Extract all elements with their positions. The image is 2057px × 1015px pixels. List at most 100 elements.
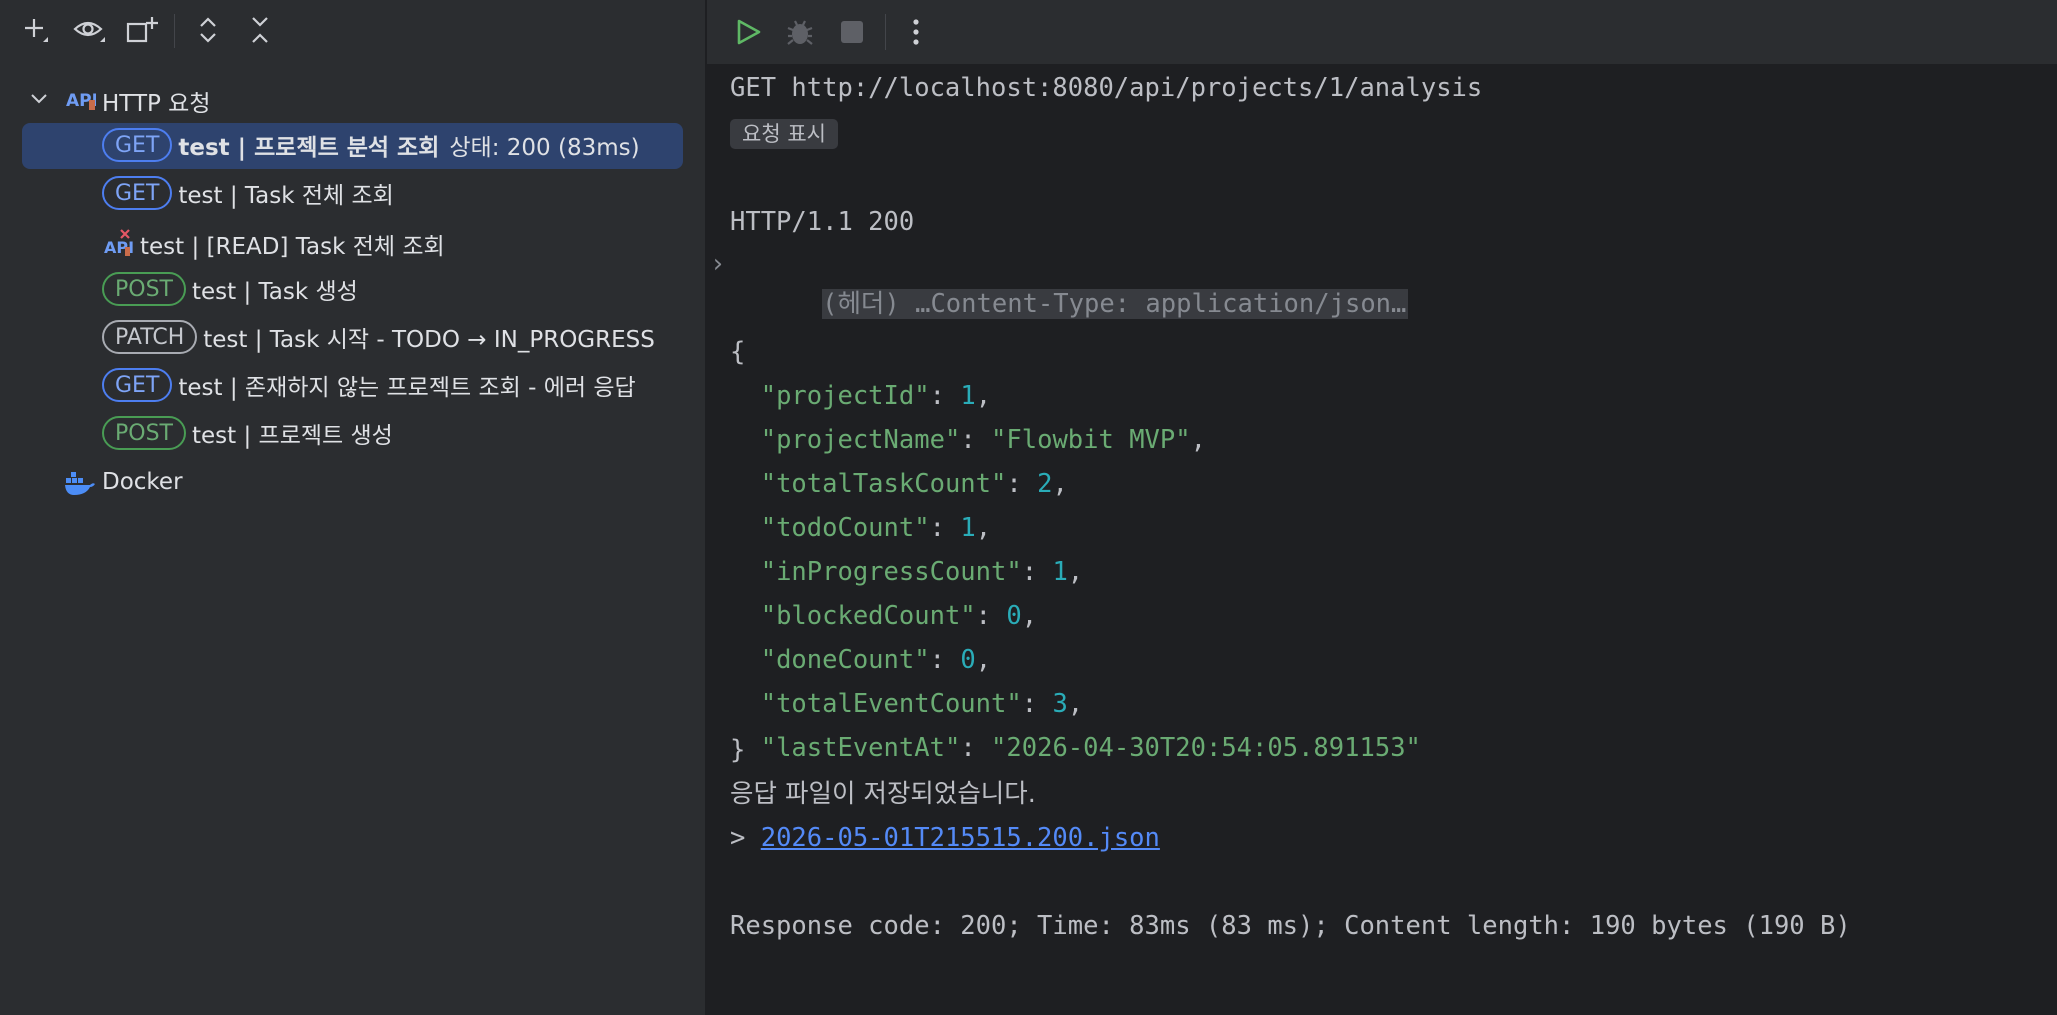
saved-file-line: > 2026-05-01T215515.200.json: [730, 818, 1160, 858]
request-name: test | [READ] Task 전체 조회: [140, 234, 445, 260]
stop-button[interactable]: [833, 13, 871, 51]
json-value: "Flowbit MVP": [991, 425, 1191, 455]
add-icon: [25, 19, 48, 42]
add-button[interactable]: [18, 12, 54, 48]
saved-prompt: >: [730, 823, 761, 853]
request-name: test | Task 생성: [192, 279, 358, 305]
json-field: "totalTaskCount": 2,: [730, 464, 1068, 504]
request-item-project-create[interactable]: POST test | 프로젝트 생성: [0, 411, 705, 457]
json-key: "doneCount": [760, 645, 930, 675]
request-name: test | 프로젝트 생성: [192, 423, 393, 449]
request-name: test | Task 전체 조회: [178, 183, 394, 209]
saved-message: 응답 파일이 저장되었습니다.: [730, 779, 1036, 809]
tree-node-label: HTTP 요청: [102, 91, 211, 117]
json-comma: ,: [1067, 689, 1084, 719]
request-item-task-list[interactable]: GET test | Task 전체 조회: [0, 171, 705, 217]
json-key: "totalEventCount": [760, 689, 1022, 719]
json-colon: :: [1021, 689, 1053, 719]
status-line: HTTP/1.1 200: [730, 207, 915, 237]
json-comma: ,: [975, 645, 992, 675]
method-badge-get: GET: [102, 368, 173, 402]
run-icon: [737, 19, 761, 45]
more-vertical-icon: [913, 19, 919, 45]
request-name: test | 프로젝트 분석 조회: [178, 135, 440, 161]
more-options-button[interactable]: [897, 13, 935, 51]
json-key: "inProgressCount": [760, 557, 1022, 587]
json-colon: :: [929, 513, 961, 543]
headers-collapsed[interactable]: › (헤더) …Content-Type: application/json…: [710, 244, 1409, 319]
services-toolbar: [0, 0, 705, 62]
json-value: "2026-04-30T20:54:05.891153": [991, 733, 1421, 763]
method-badge-get: GET: [102, 128, 173, 162]
collapse-all-button[interactable]: [242, 12, 278, 48]
json-colon: :: [1006, 469, 1038, 499]
request-item-project-not-found[interactable]: GET test | 존재하지 않는 프로젝트 조회 - 에러 응답: [0, 363, 705, 409]
json-comma: ,: [1067, 557, 1084, 587]
json-field: "todoCount": 1,: [730, 508, 991, 548]
response-summary: Response code: 200; Time: 83ms (83 ms); …: [730, 911, 1851, 941]
json-key: "lastEventAt": [760, 733, 961, 763]
json-close-brace: }: [730, 735, 746, 765]
chevron-right-icon[interactable]: ›: [710, 244, 725, 284]
show-request-button[interactable]: 요청 표시: [730, 119, 838, 149]
json-comma: ,: [1052, 469, 1068, 499]
json-field: "inProgressCount": 1,: [730, 552, 1083, 592]
json-field: "blockedCount": 0,: [730, 596, 1037, 636]
request-item-project-analysis[interactable]: GET test | 프로젝트 분석 조회 상태: 200 (83ms): [0, 123, 705, 169]
show-button[interactable]: [71, 12, 107, 48]
json-value: 1: [960, 381, 976, 411]
json-comma: ,: [1021, 601, 1038, 631]
expand-all-button[interactable]: [190, 12, 226, 48]
response-console-panel: GET http://localhost:8080/api/projects/1…: [707, 0, 2057, 1015]
json-comma: ,: [1190, 425, 1206, 455]
add-window-icon: [126, 17, 158, 43]
json-key: "totalTaskCount": [760, 469, 1007, 499]
request-status: 상태: 200 (83ms): [449, 135, 640, 161]
method-badge-patch: PATCH: [102, 320, 198, 354]
debug-button[interactable]: [781, 13, 819, 51]
json-field: "totalEventCount": 3,: [730, 684, 1083, 724]
tree-node-docker[interactable]: Docker: [0, 461, 705, 507]
json-key: "blockedCount": [760, 601, 976, 631]
json-colon: :: [975, 601, 1007, 631]
toolbar-separator: [885, 14, 886, 50]
request-name: test | 존재하지 않는 프로젝트 조회 - 에러 응답: [178, 375, 636, 401]
request-item-task-create[interactable]: POST test | Task 생성: [0, 267, 705, 313]
run-button[interactable]: [729, 13, 767, 51]
debug-icon: [787, 20, 813, 45]
method-badge-post: POST: [102, 272, 186, 306]
json-key: "todoCount": [760, 513, 930, 543]
request-item-read-task-list[interactable]: API test | [READ] Task 전체 조회: [0, 219, 705, 265]
json-comma: ,: [975, 513, 992, 543]
services-tree-panel: API HTTP 요청 GET test | 프로젝트 분석 조회 상태: 20…: [0, 0, 706, 1015]
json-colon: :: [1021, 557, 1053, 587]
chevron-down-icon[interactable]: [26, 86, 52, 112]
json-field: "doneCount": 0,: [730, 640, 991, 680]
json-colon: :: [960, 733, 992, 763]
json-colon: :: [929, 645, 961, 675]
api-icon: API: [66, 86, 98, 118]
console-toolbar: [707, 0, 2057, 64]
request-line: GET http://localhost:8080/api/projects/1…: [730, 73, 1483, 103]
json-value: 0: [1006, 601, 1022, 631]
toolbar-separator: [174, 14, 175, 48]
json-value: 0: [960, 645, 976, 675]
json-field: "projectId": 1,: [730, 376, 991, 416]
json-field: "projectName": "Flowbit MVP",: [730, 420, 1206, 460]
request-item-task-start[interactable]: PATCH test | Task 시작 - TODO → IN_PROGRES…: [0, 315, 705, 361]
json-value: 3: [1052, 689, 1068, 719]
new-tab-button[interactable]: [124, 12, 160, 48]
eye-icon: [73, 21, 105, 42]
method-badge-post: POST: [102, 416, 186, 450]
tree-node-label: Docker: [102, 469, 183, 495]
saved-file-link[interactable]: 2026-05-01T215515.200.json: [761, 823, 1160, 853]
json-field: "lastEventAt": "2026-04-30T20:54:05.8911…: [730, 728, 1421, 768]
